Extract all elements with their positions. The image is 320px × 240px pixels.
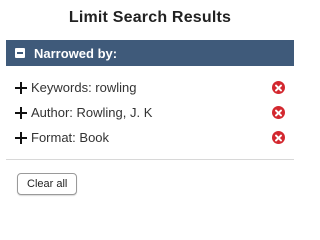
active-filters-list: Keywords: rowling Author: Rowling, J. K … (6, 75, 294, 150)
narrowed-by-header[interactable]: Narrowed by: (6, 40, 294, 66)
filter-label-author: Author: Rowling, J. K (31, 105, 153, 120)
filter-label-format: Format: Book (31, 130, 110, 145)
filter-row-author: Author: Rowling, J. K (6, 100, 294, 125)
remove-filter-author-icon[interactable] (272, 106, 285, 119)
plus-icon[interactable] (15, 131, 27, 144)
panel-title: Limit Search Results (68, 9, 232, 26)
clear-all-button[interactable]: Clear all (17, 173, 78, 195)
filter-label-keywords: Keywords: rowling (31, 80, 137, 95)
collapse-minus-icon[interactable] (15, 48, 25, 58)
narrowed-by-label: Narrowed by: (34, 45, 118, 61)
filter-row-keywords: Keywords: rowling (6, 75, 294, 100)
remove-filter-keywords-icon[interactable] (272, 81, 285, 94)
plus-icon[interactable] (15, 81, 27, 94)
remove-filter-format-icon[interactable] (272, 131, 285, 144)
divider (6, 159, 294, 160)
plus-icon[interactable] (15, 106, 27, 119)
filter-row-format: Format: Book (6, 125, 294, 150)
